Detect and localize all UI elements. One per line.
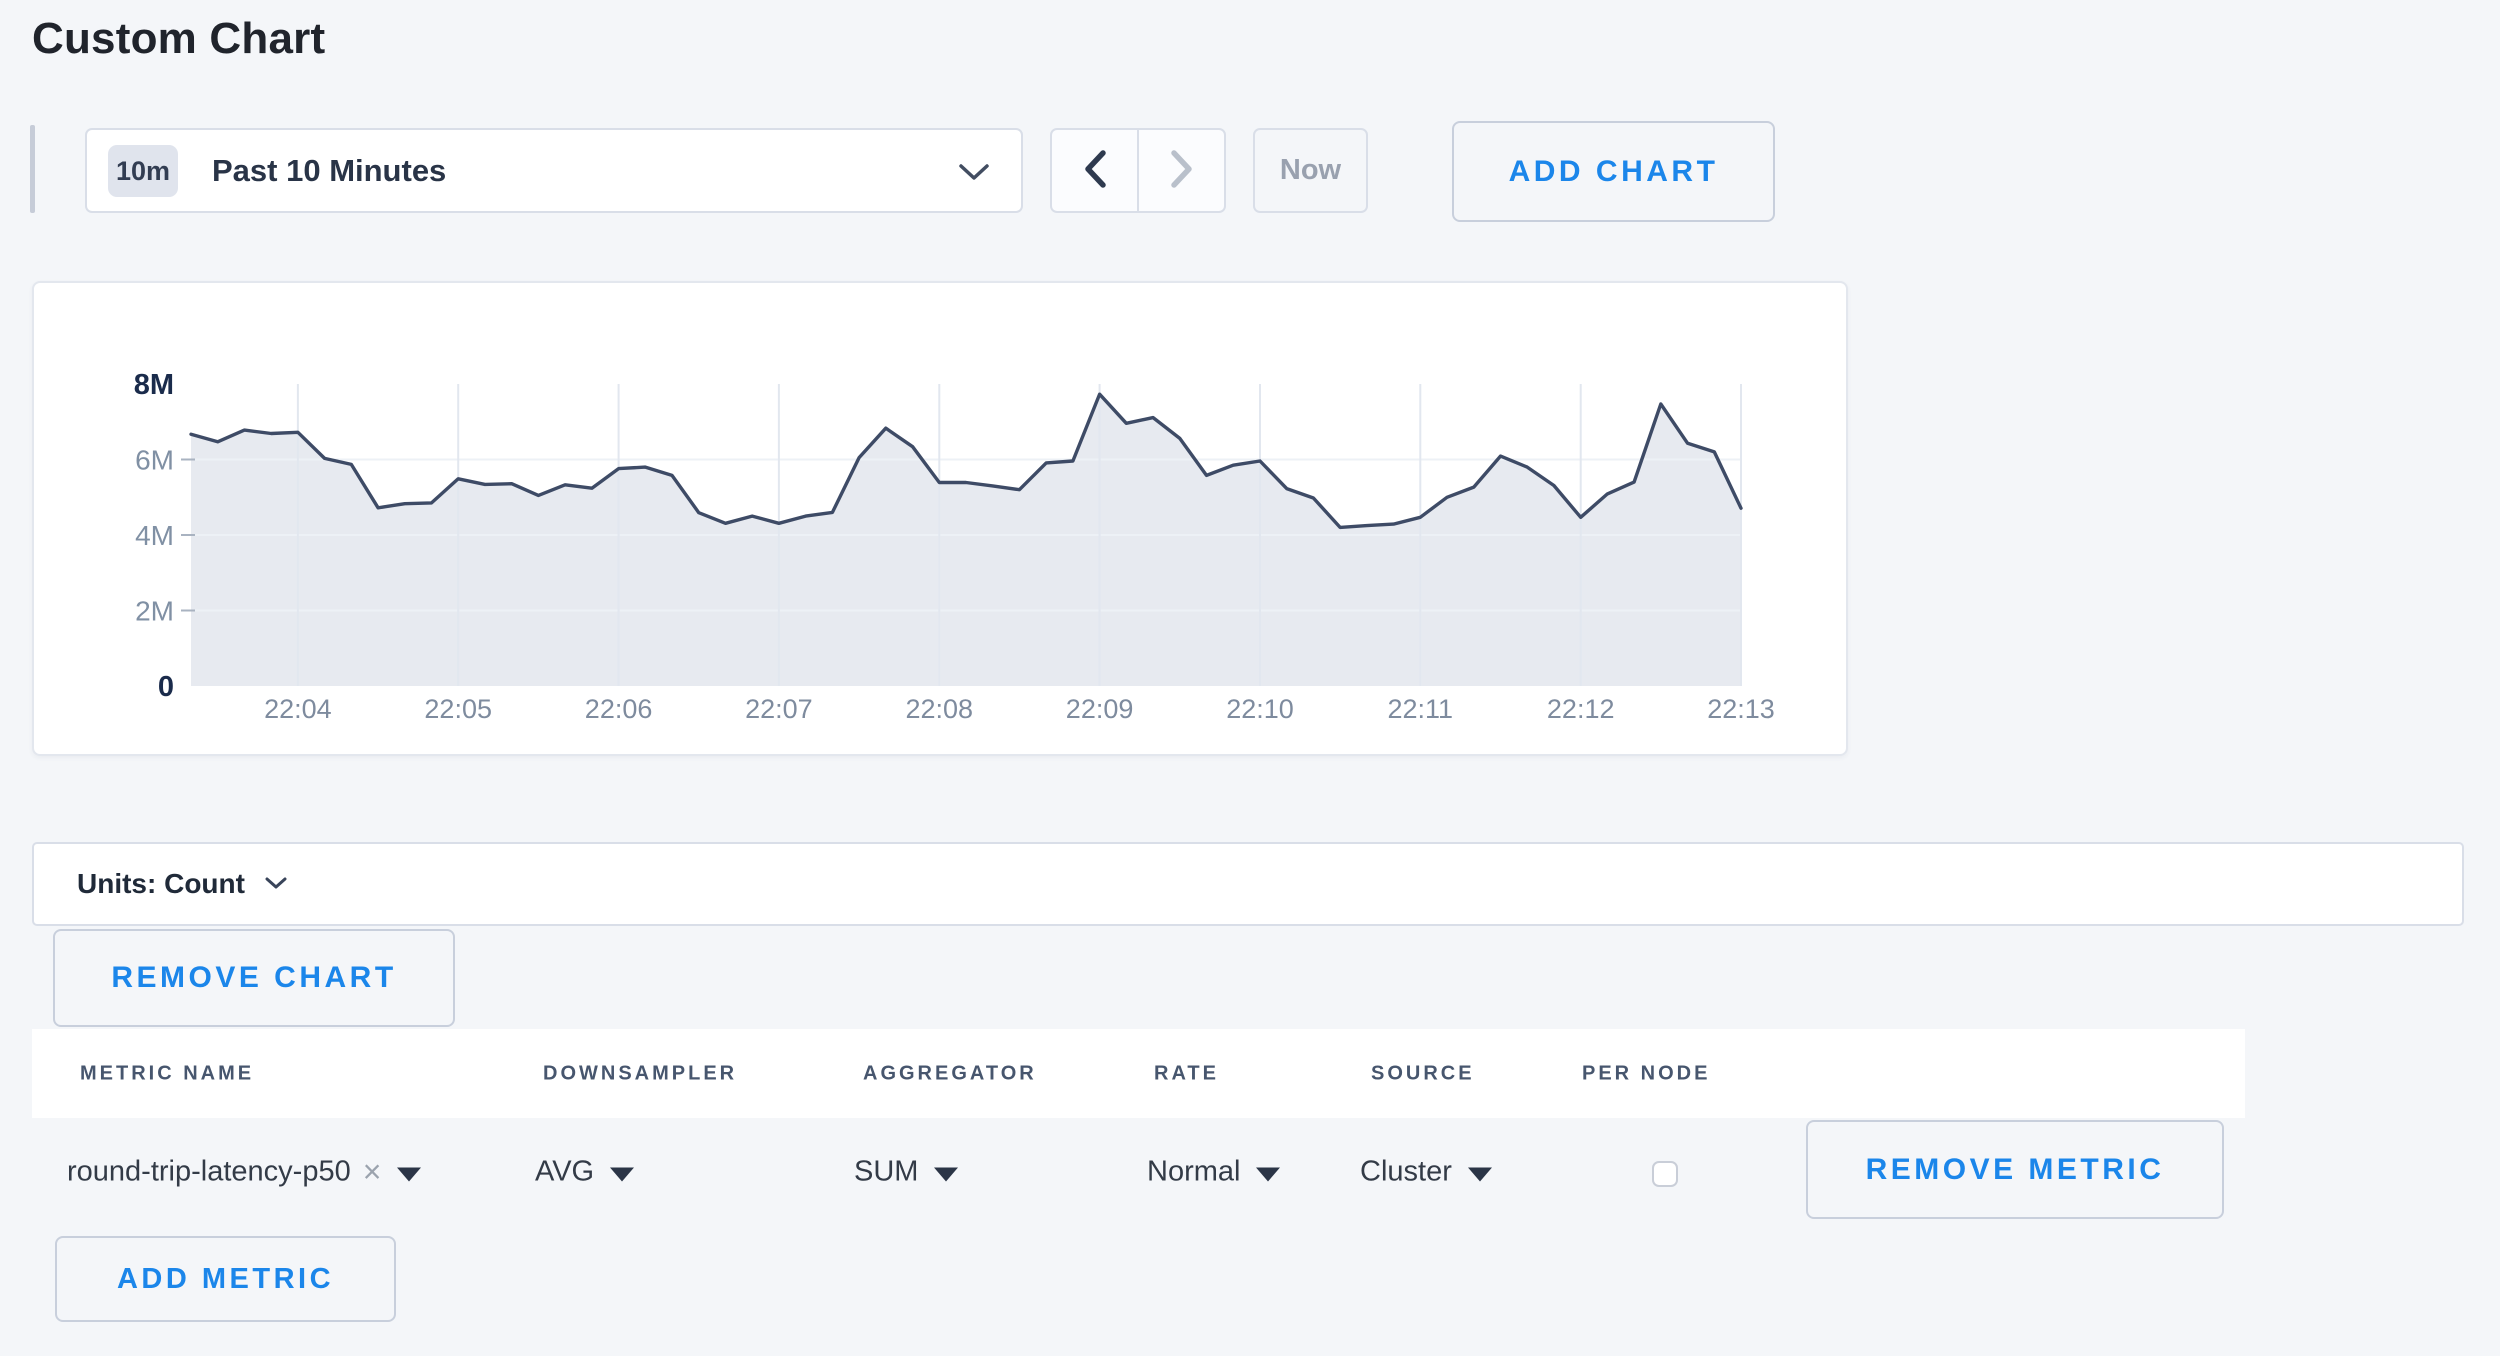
svg-text:22:05: 22:05 bbox=[424, 694, 492, 724]
chevron-right-icon bbox=[1170, 149, 1194, 192]
svg-text:22:09: 22:09 bbox=[1066, 694, 1134, 724]
column-header-aggregator: AGGREGATOR bbox=[863, 1062, 1037, 1085]
time-range-dropdown[interactable]: 10m Past 10 Minutes bbox=[85, 128, 1023, 213]
column-header-rate: RATE bbox=[1154, 1062, 1219, 1085]
chart-card: 0 2M 4M 6M 8M 22:04 22:05 22:06 22:07 22:08 22:09 2… bbox=[32, 281, 1848, 756]
metric-name-select[interactable]: round-trip-latency-p50 × bbox=[67, 1154, 421, 1191]
add-metric-button[interactable]: ADD METRIC bbox=[55, 1236, 396, 1322]
caret-down-icon bbox=[1256, 1167, 1280, 1181]
remove-metric-button[interactable]: REMOVE METRIC bbox=[1806, 1120, 2224, 1219]
caret-down-icon bbox=[610, 1167, 634, 1181]
metric-area-chart[interactable]: 0 2M 4M 6M 8M 22:04 22:05 22:06 22:07 22:08 22:09 2… bbox=[34, 283, 1846, 754]
column-header-per-node: PER NODE bbox=[1582, 1062, 1710, 1085]
caret-down-icon bbox=[1468, 1167, 1492, 1181]
now-button[interactable]: Now bbox=[1253, 128, 1368, 213]
source-select[interactable]: Cluster bbox=[1360, 1156, 1492, 1189]
aggregator-select[interactable]: SUM bbox=[854, 1156, 958, 1189]
source-value: Cluster bbox=[1360, 1156, 1452, 1189]
next-timespan-button[interactable] bbox=[1139, 130, 1224, 211]
remove-chart-button[interactable]: REMOVE CHART bbox=[53, 929, 455, 1027]
time-pager bbox=[1050, 128, 1226, 213]
svg-text:2M: 2M bbox=[135, 596, 174, 627]
page-title: Custom Chart bbox=[32, 14, 325, 64]
rate-select[interactable]: Normal bbox=[1147, 1156, 1280, 1189]
svg-text:22:07: 22:07 bbox=[745, 694, 813, 724]
caret-down-icon bbox=[934, 1167, 958, 1181]
svg-text:22:08: 22:08 bbox=[906, 694, 974, 724]
svg-text:0: 0 bbox=[158, 671, 174, 703]
per-node-checkbox[interactable] bbox=[1652, 1161, 1678, 1187]
svg-text:22:11: 22:11 bbox=[1388, 694, 1454, 724]
column-header-metric-name: METRIC NAME bbox=[80, 1062, 254, 1085]
svg-text:22:12: 22:12 bbox=[1547, 694, 1615, 724]
chevron-down-icon bbox=[265, 877, 287, 895]
metrics-table-header: METRIC NAME DOWNSAMPLER AGGREGATOR RATE … bbox=[32, 1029, 2245, 1118]
svg-text:4M: 4M bbox=[135, 520, 174, 551]
svg-text:22:06: 22:06 bbox=[585, 694, 653, 724]
units-dropdown[interactable]: Units: Count bbox=[32, 842, 2464, 926]
add-chart-button[interactable]: ADD CHART bbox=[1452, 121, 1775, 222]
column-header-source: SOURCE bbox=[1371, 1062, 1475, 1085]
time-range-badge: 10m bbox=[108, 145, 178, 197]
close-icon[interactable]: × bbox=[363, 1154, 382, 1191]
downsampler-value: AVG bbox=[535, 1156, 594, 1189]
downsampler-select[interactable]: AVG bbox=[535, 1156, 634, 1189]
time-range-label: Past 10 Minutes bbox=[212, 153, 446, 189]
rate-value: Normal bbox=[1147, 1156, 1240, 1189]
metric-name-value: round-trip-latency-p50 bbox=[67, 1156, 351, 1189]
caret-down-icon bbox=[397, 1167, 421, 1181]
aggregator-value: SUM bbox=[854, 1156, 918, 1189]
svg-text:22:04: 22:04 bbox=[264, 694, 332, 724]
svg-text:8M: 8M bbox=[134, 369, 174, 401]
units-dropdown-label: Units: Count bbox=[77, 868, 245, 900]
toolbar-accent-bar bbox=[30, 125, 35, 213]
previous-timespan-button[interactable] bbox=[1052, 130, 1139, 211]
svg-text:6M: 6M bbox=[135, 445, 174, 476]
custom-chart-page: Custom Chart 10m Past 10 Minutes Now ADD… bbox=[0, 0, 2500, 1356]
svg-text:22:10: 22:10 bbox=[1226, 694, 1294, 724]
chevron-left-icon bbox=[1083, 149, 1107, 192]
column-header-downsampler: DOWNSAMPLER bbox=[543, 1062, 737, 1085]
chevron-down-icon bbox=[959, 164, 989, 186]
svg-text:22:13: 22:13 bbox=[1707, 694, 1775, 724]
